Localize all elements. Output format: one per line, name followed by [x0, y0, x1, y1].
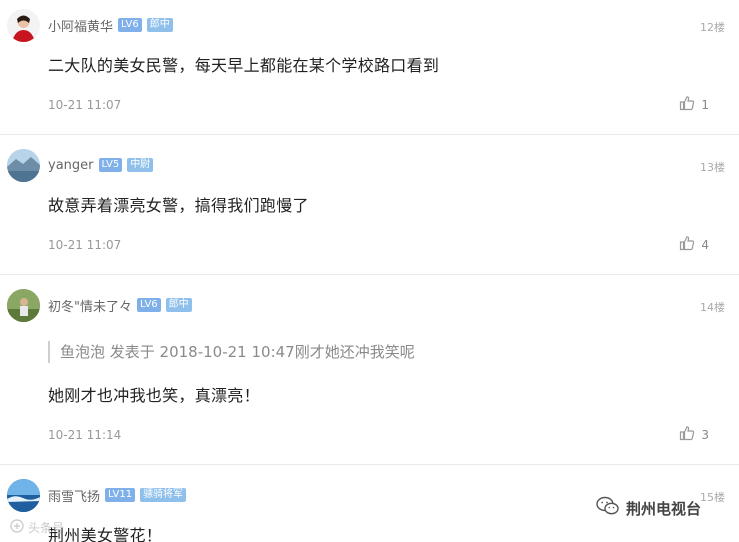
wechat-icon — [596, 496, 620, 520]
username[interactable]: 小阿福黄华 — [48, 16, 113, 35]
level-badge: LV6 — [136, 298, 161, 312]
comment-text: 二大队的美女民警，每天早上都能在某个学校路口看到 — [48, 56, 440, 75]
divider — [0, 134, 739, 135]
avatar[interactable] — [7, 479, 40, 512]
avatar[interactable] — [7, 149, 40, 182]
thumbs-up-icon — [679, 425, 695, 444]
floor-number: 13楼 — [700, 161, 725, 174]
comment-text: 故意弄着漂亮女警，搞得我们跑慢了 — [48, 196, 309, 215]
title-badge: 郎中 — [146, 18, 173, 32]
comment-time: 10-21 11:14 — [48, 428, 122, 442]
comment-text: 她刚才也冲我也笑，真漂亮！ — [48, 386, 260, 405]
comment-time: 10-21 11:07 — [48, 98, 122, 112]
toutiao-logo-icon — [10, 519, 24, 536]
user-row: 小阿福黄华 LV6 郎中 — [48, 15, 173, 35]
title-badge: 骠骑将军 — [140, 488, 187, 502]
avatar[interactable] — [7, 289, 40, 322]
divider — [0, 464, 739, 465]
divider — [0, 274, 739, 275]
like-button[interactable]: 1 — [679, 95, 709, 114]
like-count: 4 — [701, 237, 709, 252]
level-badge: LV6 — [118, 18, 142, 32]
like-button[interactable]: 3 — [679, 425, 709, 444]
watermark-right-text: 荆州电视台 — [626, 499, 702, 518]
floor-number: 12楼 — [700, 21, 725, 34]
username[interactable]: 初冬"情未了々 — [48, 296, 132, 315]
like-count: 1 — [701, 97, 709, 112]
thumbs-up-icon — [679, 235, 695, 254]
user-row: 初冬"情未了々 LV6 郎中 — [48, 295, 192, 315]
like-count: 3 — [701, 427, 709, 442]
level-badge: LV5 — [98, 158, 123, 172]
quoted-reply: 鱼泡泡 发表于 2018-10-21 10:47刚才她还冲我笑呢 — [48, 341, 415, 363]
floor-number: 15楼 — [700, 491, 725, 504]
username[interactable]: 雨雪飞扬 — [48, 486, 100, 505]
title-badge: 郎中 — [165, 298, 192, 312]
like-button[interactable]: 4 — [679, 235, 709, 254]
watermark-left-text: 头条号 — [28, 521, 65, 535]
title-badge: 中尉 — [127, 158, 154, 172]
comment-time: 10-21 11:07 — [48, 238, 122, 252]
watermark-right: 荆州电视台 — [596, 496, 701, 520]
level-badge: LV11 — [105, 488, 136, 502]
floor-number: 14楼 — [700, 301, 725, 314]
user-row: yanger LV5 中尉 — [48, 155, 154, 175]
thumbs-up-icon — [679, 95, 695, 114]
watermark-left: 头条号 — [10, 519, 64, 536]
avatar[interactable] — [7, 9, 40, 42]
comment-text: 荆州美女警花！ — [48, 526, 163, 542]
user-row: 雨雪飞扬 LV11 骠骑将军 — [48, 485, 187, 505]
username[interactable]: yanger — [48, 158, 94, 173]
